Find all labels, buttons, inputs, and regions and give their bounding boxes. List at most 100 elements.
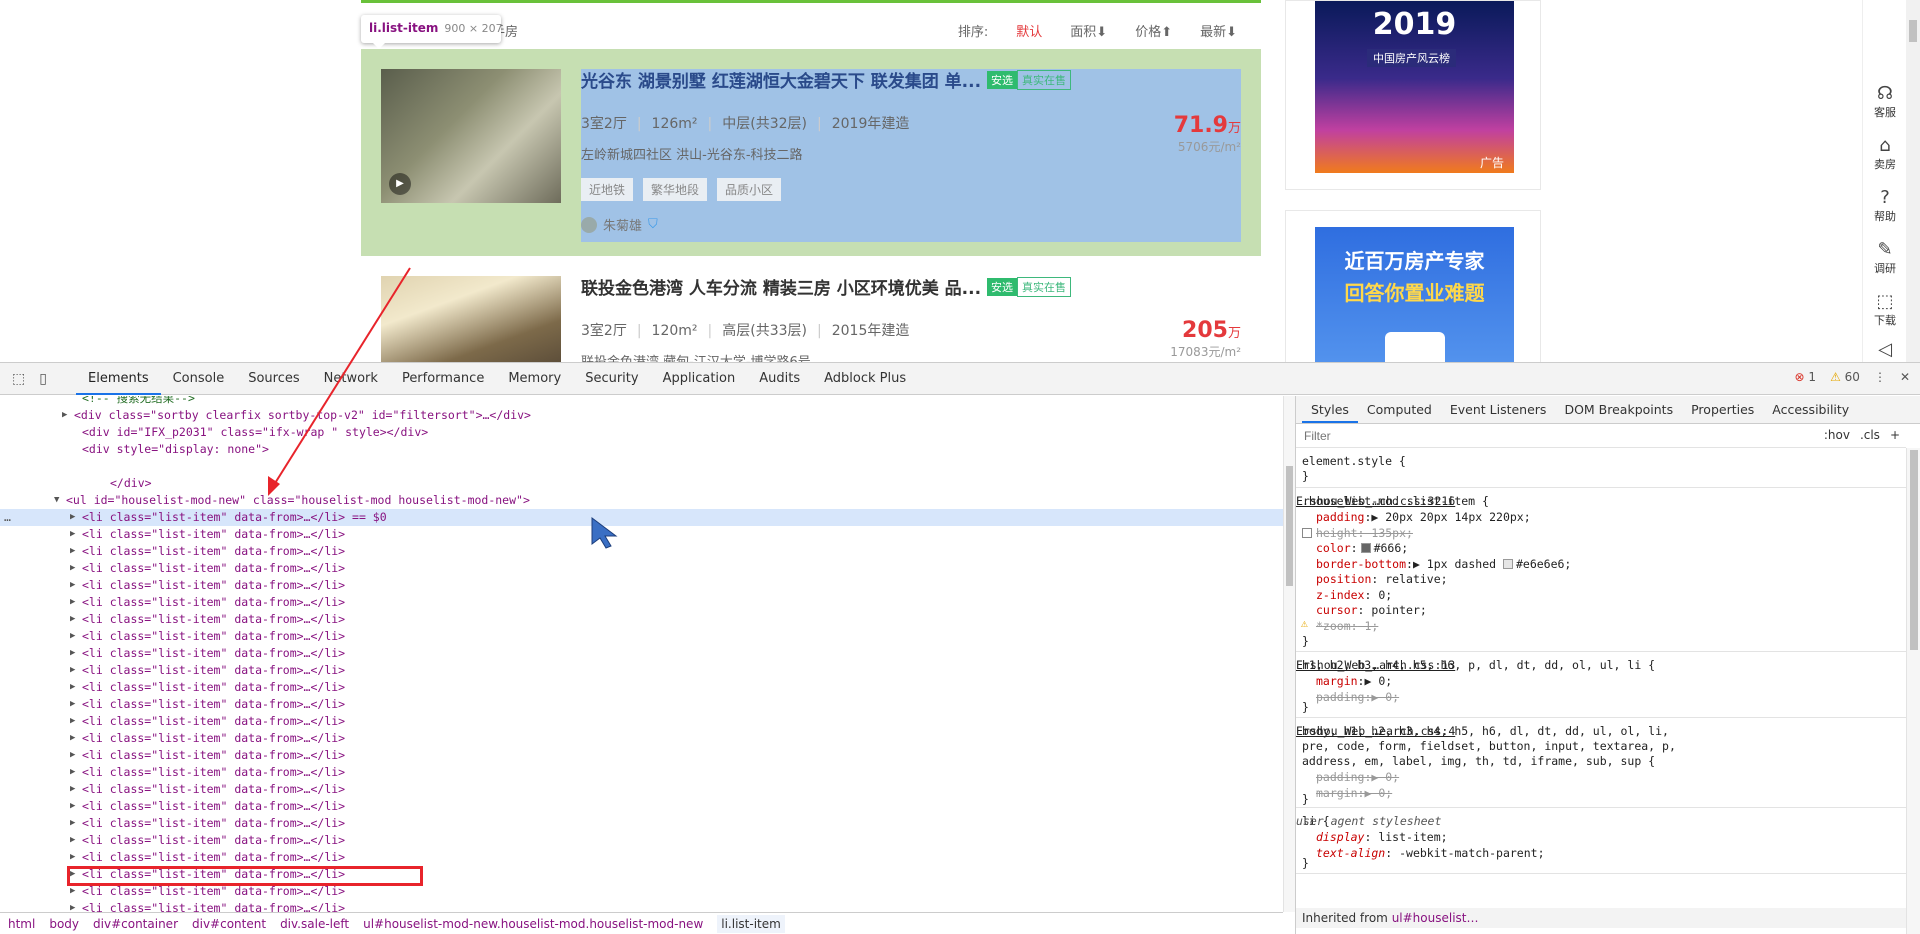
dom-node-li[interactable]: ▶ <li class="list-item" data-from>…</li> xyxy=(0,526,1283,543)
listing-item[interactable]: ▶ 光谷东 湖景别墅 红莲湖恒大金碧天下 联发集团 单... 安选 真实在售 3室2… xyxy=(361,49,1261,256)
css-property-name[interactable]: height xyxy=(1316,526,1358,540)
css-property-value[interactable]: relative; xyxy=(1378,572,1447,586)
ad-box-1[interactable]: 2019 中国房产风云榜 广告 xyxy=(1285,0,1541,190)
breadcrumb-item[interactable]: div#container xyxy=(93,917,178,931)
css-property[interactable]: border-bottom:▶ 1px dashed #e6e6e6; xyxy=(1316,557,1571,572)
css-property-value[interactable]: ▶ 0; xyxy=(1371,690,1399,704)
color-swatch[interactable] xyxy=(1502,558,1513,569)
rule-headings[interactable]: h1, h2, h3, h4, h5, h6, p, dl, dt, dd, o… xyxy=(1296,652,1906,718)
css-property-value[interactable]: ▶ 0; xyxy=(1371,770,1399,784)
expand-toggle-icon[interactable]: ▶ xyxy=(70,526,75,543)
rule-reset[interactable]: body, h1, h2, h3, h4, h5, h6, dl, dt, dd… xyxy=(1296,718,1906,808)
hov-toggle[interactable]: :hov xyxy=(1824,428,1850,442)
inherited-selector[interactable]: ul#houselist… xyxy=(1392,911,1479,925)
tab-console[interactable]: Console xyxy=(161,363,237,395)
css-property-name[interactable]: position xyxy=(1316,572,1371,586)
dom-node-li[interactable]: ▶ <li class="list-item" data-from>…</li> xyxy=(0,764,1283,781)
dom-node-li[interactable]: ▶ <li class="list-item" data-from>…</li> xyxy=(0,900,1283,912)
listing-photo[interactable] xyxy=(381,276,561,362)
expand-toggle-icon[interactable]: ▶ xyxy=(70,730,75,747)
dom-node-li[interactable]: ▶ <li class="list-item" data-from>…</li> xyxy=(0,662,1283,679)
css-property-name[interactable]: padding xyxy=(1316,690,1364,704)
elements-tree[interactable]: <!-- 搜索无结果--> ▶ <div class="sortby clearfi… xyxy=(0,396,1283,912)
listing-title[interactable]: 光谷东 湖景别墅 红莲湖恒大金碧天下 联发集团 单... 安选 真实在售 xyxy=(581,67,1072,92)
rule-user-agent[interactable]: li {user agent stylesheet display: list-i… xyxy=(1296,808,1906,874)
dom-node-li[interactable]: ▶ <li class="list-item" data-from>…</li> xyxy=(0,611,1283,628)
sort-newest[interactable]: 最新⬇ xyxy=(1200,21,1237,40)
rail-sell[interactable]: ⌂ 卖房 xyxy=(1863,136,1907,172)
tab-security[interactable]: Security xyxy=(573,363,650,395)
expand-toggle-icon[interactable]: ▶ xyxy=(70,577,75,594)
css-property-value[interactable]: ▶ 20px 20px 14px 220px; xyxy=(1371,510,1530,524)
css-property[interactable]: display: list-item; xyxy=(1316,830,1448,845)
css-property-value[interactable]: ▶ 0; xyxy=(1364,786,1392,800)
dom-node-li[interactable]: ▶ <li class="list-item" data-from>…</li> xyxy=(0,543,1283,560)
css-property[interactable]: height: 135px; xyxy=(1316,526,1413,541)
dom-node-li[interactable]: ▶ <li class="list-item" data-from>…</li> xyxy=(0,696,1283,713)
css-property-value[interactable]: -webkit-match-parent; xyxy=(1392,846,1544,860)
node-menu-icon[interactable]: … xyxy=(4,509,11,526)
expand-toggle-icon[interactable]: ▶ xyxy=(70,764,75,781)
css-property-name[interactable]: margin xyxy=(1316,674,1358,688)
css-property-name[interactable]: padding xyxy=(1316,510,1364,524)
expand-toggle-icon[interactable]: ▶ xyxy=(70,509,75,526)
property-checkbox[interactable] xyxy=(1302,528,1312,538)
dom-node-li[interactable]: ▶ <li class="list-item" data-from>…</li> xyxy=(0,747,1283,764)
tab-application[interactable]: Application xyxy=(651,363,748,395)
ad-banner-1[interactable]: 2019 中国房产风云榜 广告 xyxy=(1315,1,1514,173)
dom-node-li[interactable]: ▶ <li class="list-item" data-from>…</li> xyxy=(0,679,1283,696)
css-property-name[interactable]: text-align xyxy=(1316,846,1385,860)
css-property-name[interactable]: border-bottom xyxy=(1316,557,1406,571)
cls-toggle[interactable]: .cls xyxy=(1860,428,1880,442)
dom-node[interactable]: <div id="IFX_p2031" class="ifx-wrap " st… xyxy=(0,424,1283,441)
dom-node-li[interactable]: ▶ <li class="list-item" data-from>…</li> xyxy=(0,560,1283,577)
dom-node[interactable]: ▶ <div class="sortby clearfix sortby-top-… xyxy=(0,407,1283,424)
css-property[interactable]: position: relative; xyxy=(1316,572,1448,587)
css-property-value[interactable]: #e6e6e6; xyxy=(1516,557,1571,571)
css-property-name[interactable]: *zoom xyxy=(1316,619,1351,633)
expand-toggle-icon[interactable]: ▶ xyxy=(70,900,75,912)
css-property-name[interactable]: display xyxy=(1316,830,1364,844)
dom-node[interactable]: <!-- 搜索无结果--> xyxy=(0,396,1283,407)
dom-node-li[interactable]: ▶ <li class="list-item" data-from>…</li> xyxy=(0,730,1283,747)
expand-toggle-icon[interactable]: ▼ xyxy=(54,492,59,509)
dom-node-li[interactable]: ▶ … <li class="list-item" data-from>…</li>… xyxy=(0,509,1283,526)
expand-toggle-icon[interactable]: ▶ xyxy=(70,696,75,713)
css-property-name[interactable]: color xyxy=(1316,541,1351,555)
add-rule-button[interactable]: + xyxy=(1890,428,1900,442)
expand-toggle-icon[interactable]: ▶ xyxy=(70,798,75,815)
page-scrollbar[interactable] xyxy=(1906,0,1920,362)
inspect-icon[interactable]: ⬚ xyxy=(12,371,25,387)
expand-toggle-icon[interactable]: ▶ xyxy=(70,747,75,764)
dom-node-li[interactable]: ▶ <li class="list-item" data-from>…</li> xyxy=(0,594,1283,611)
tab-computed[interactable]: Computed xyxy=(1358,396,1441,423)
css-property-value[interactable]: 0; xyxy=(1371,588,1392,602)
error-count[interactable]: ⊗ 1 xyxy=(1795,370,1817,384)
css-property[interactable]: padding:▶ 20px 20px 14px 220px; xyxy=(1316,510,1531,525)
dom-node[interactable]: ▼ <ul id="houselist-mod-new" class="house… xyxy=(0,492,1283,509)
listing-title-text[interactable]: 光谷东 湖景别墅 红莲湖恒大金碧天下 联发集团 单... xyxy=(581,72,981,92)
css-property-value[interactable]: pointer; xyxy=(1364,603,1426,617)
rule-source-link[interactable]: Ershou_Web_…earch.css:4 xyxy=(1296,724,1898,739)
listing-title[interactable]: 联投金色港湾 人车分流 精装三房 小区环境优美 品... 安选 真实在售 xyxy=(581,274,1072,299)
breadcrumb-item[interactable]: li.list-item xyxy=(717,915,785,933)
expand-toggle-icon[interactable]: ▶ xyxy=(70,832,75,849)
color-swatch[interactable] xyxy=(1360,543,1371,553)
tab-properties[interactable]: Properties xyxy=(1682,396,1763,423)
sort-default[interactable]: 默认 xyxy=(1016,21,1042,40)
css-property-name[interactable]: padding xyxy=(1316,770,1364,784)
dom-node-li[interactable]: ▶ <li class="list-item" data-from>…</li> xyxy=(0,815,1283,832)
tab-styles[interactable]: Styles xyxy=(1302,396,1358,423)
tab-adblock-plus[interactable]: Adblock Plus xyxy=(812,363,918,395)
css-property[interactable]: cursor: pointer; xyxy=(1316,603,1427,618)
expand-toggle-icon[interactable]: ▶ xyxy=(70,628,75,645)
close-icon[interactable]: ✕ xyxy=(1900,370,1910,384)
css-property-value[interactable]: 1; xyxy=(1358,619,1378,633)
dom-node-li[interactable]: ▶ <li class="list-item" data-from>…</li> xyxy=(0,798,1283,815)
scroll-thumb[interactable] xyxy=(1909,20,1917,42)
expand-toggle-icon[interactable]: ▶ xyxy=(70,662,75,679)
css-property[interactable]: z-index: 0; xyxy=(1316,588,1392,603)
dom-node-li[interactable]: ▶ <li class="list-item" data-from>…</li> xyxy=(0,577,1283,594)
css-property-value[interactable]: 135px; xyxy=(1364,526,1413,540)
scroll-thumb[interactable] xyxy=(1286,466,1293,586)
